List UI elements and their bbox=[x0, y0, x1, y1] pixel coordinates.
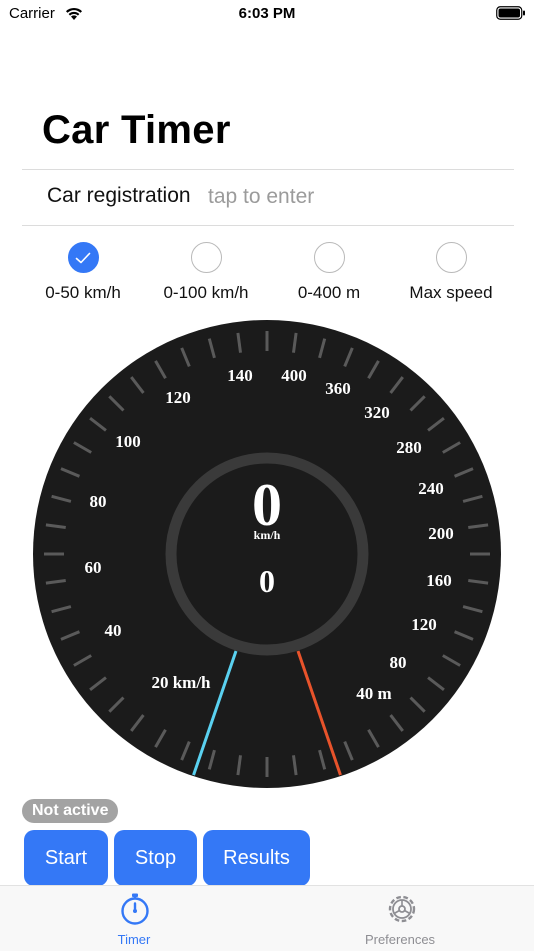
scale-label-distance: 400 bbox=[281, 366, 307, 385]
scale-label-speed: 140 bbox=[227, 366, 253, 385]
scale-label-speed: 20 km/h bbox=[151, 673, 211, 692]
scale-label-distance: 80 bbox=[390, 653, 407, 672]
scale-label-speed: 120 bbox=[165, 388, 191, 407]
results-button[interactable]: Results bbox=[203, 830, 310, 886]
tab-timer[interactable]: Timer bbox=[34, 886, 234, 951]
scale-label-distance: 240 bbox=[418, 479, 444, 498]
scale-label-speed: 40 bbox=[105, 621, 122, 640]
stopwatch-icon bbox=[121, 893, 149, 925]
scale-label-speed: 80 bbox=[90, 492, 107, 511]
status-badge: Not active bbox=[22, 799, 119, 823]
scale-label-distance: 200 bbox=[428, 524, 454, 543]
tab-label: Preferences bbox=[364, 932, 436, 947]
speedometer-gauge: 0 km/h 0 20 km/h 40 60 80 100 120 140 40… bbox=[33, 320, 501, 788]
tab-label: Timer bbox=[117, 932, 151, 947]
scale-label-distance: 120 bbox=[411, 615, 437, 634]
scale-label-distance: 160 bbox=[426, 571, 452, 590]
scale-label-distance: 320 bbox=[364, 403, 390, 422]
gauge-face bbox=[33, 320, 501, 788]
tab-bar: Timer Preferences bbox=[0, 885, 534, 951]
speed-unit-label: km/h bbox=[254, 528, 281, 542]
scale-label-distance: 360 bbox=[325, 379, 351, 398]
scale-label-distance: 40 m bbox=[356, 684, 391, 703]
stop-button[interactable]: Stop bbox=[114, 830, 197, 886]
secondary-readout: 0 bbox=[259, 563, 275, 599]
tab-preferences[interactable]: Preferences bbox=[300, 886, 500, 951]
scale-label-speed: 100 bbox=[115, 432, 141, 451]
scale-label-speed: 60 bbox=[85, 558, 102, 577]
start-button[interactable]: Start bbox=[24, 830, 108, 886]
gear-icon bbox=[388, 895, 416, 923]
scale-label-distance: 280 bbox=[396, 438, 422, 457]
